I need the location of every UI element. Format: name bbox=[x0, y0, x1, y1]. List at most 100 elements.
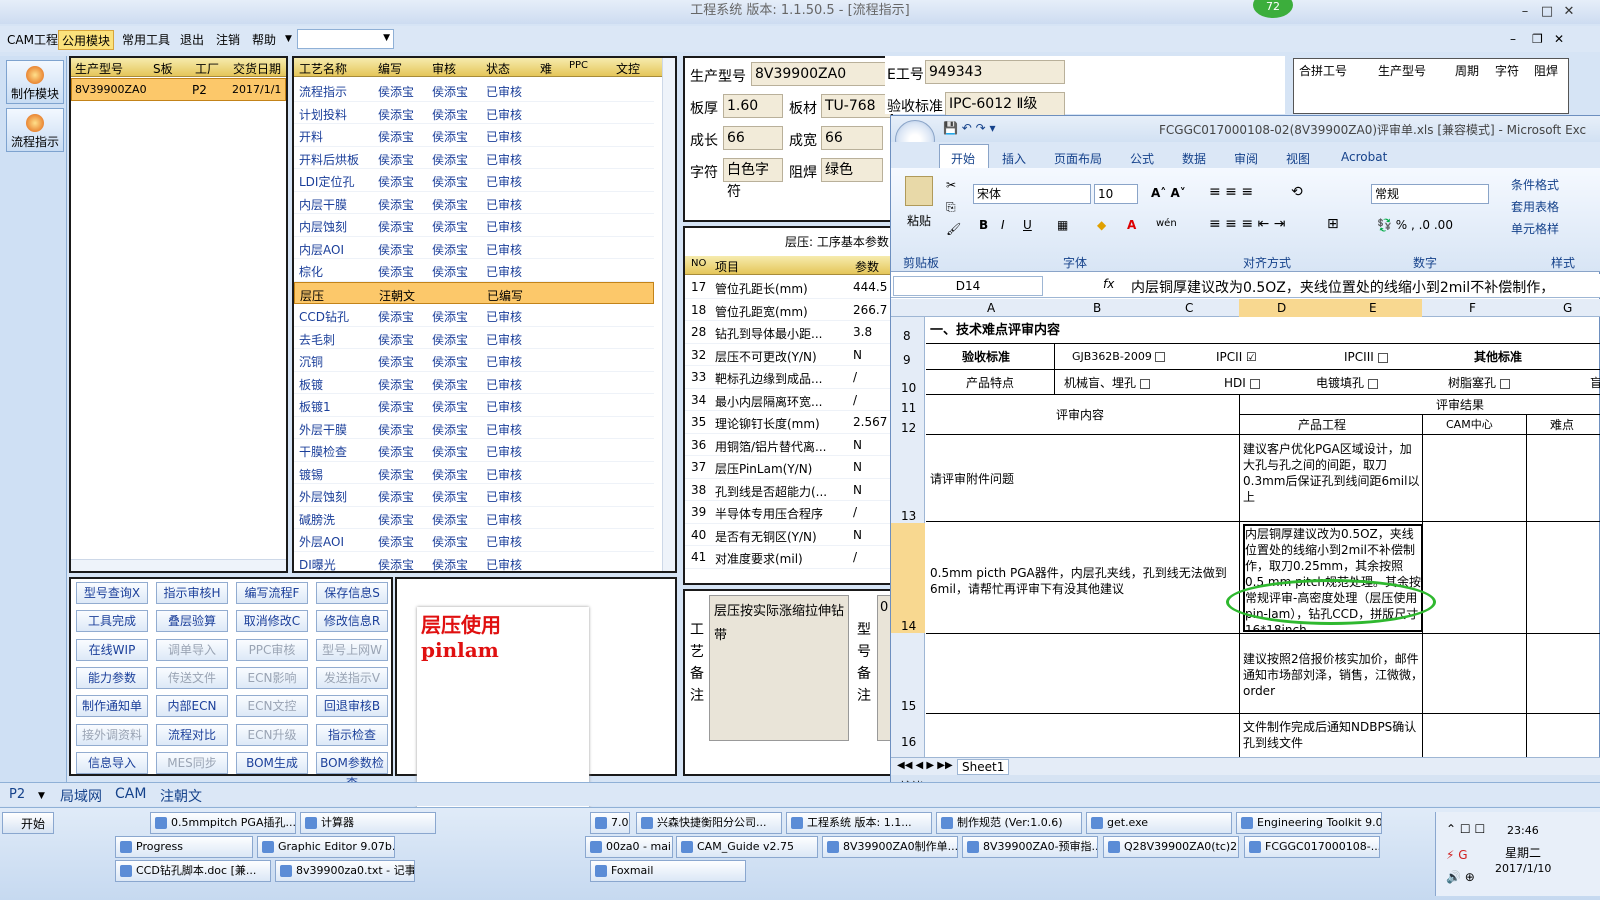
fill-color-icon[interactable]: ◆ bbox=[1097, 218, 1106, 232]
bold-icon[interactable]: B bbox=[979, 218, 988, 232]
taskbar-item[interactable]: CAM_Guide v2.75 bbox=[676, 836, 818, 858]
menu-tools[interactable]: 常用工具 bbox=[119, 30, 173, 50]
tab-layout[interactable]: 页面布局 bbox=[1054, 150, 1102, 167]
clock-weekday[interactable]: 星期二 bbox=[1505, 844, 1541, 861]
table-row[interactable]: 35 理论铆钉长度(mm) 2.567 bbox=[685, 411, 891, 434]
row-14[interactable]: 14 bbox=[901, 619, 916, 633]
action-button[interactable]: 型号查询X bbox=[76, 582, 148, 604]
font-name-select[interactable]: 宋体 bbox=[973, 184, 1091, 204]
cell-r8[interactable]: 一、技术难点评审内容 bbox=[930, 323, 1060, 339]
cell-r12-f[interactable]: 难点 bbox=[1550, 417, 1574, 433]
tray-icons[interactable]: ⌃ ☐ ☐ bbox=[1446, 822, 1485, 836]
cell-r16-d[interactable]: 文件制作完成后通知NDBPS确认孔到线文件 bbox=[1243, 719, 1423, 751]
cell-r13-d[interactable]: 建议客户优化PGA区域设计，加大孔与孔之间的间距，取刀0.3mm后保证孔到线间距… bbox=[1243, 441, 1423, 505]
col-c-header[interactable]: C bbox=[1185, 301, 1193, 315]
table-row[interactable]: 34 最小内层隔离环宽... / bbox=[685, 389, 891, 411]
table-row[interactable]: 外层AOI 侯添宝 侯添宝 已审核 bbox=[294, 529, 654, 552]
col-a-header[interactable]: A bbox=[987, 301, 995, 315]
maximize-icon[interactable]: □ bbox=[1537, 3, 1557, 21]
material-field[interactable]: TU-768 bbox=[821, 94, 891, 118]
row-15[interactable]: 15 bbox=[901, 699, 916, 713]
menu-help[interactable]: 帮助 bbox=[249, 30, 279, 50]
action-button[interactable]: ECN升级 bbox=[236, 723, 308, 746]
menu-combo[interactable]: ▼ bbox=[297, 29, 394, 49]
align-left-icon[interactable]: ≡ ≡ ≡ ⇤ ⇥ bbox=[1209, 216, 1285, 232]
font-color-icon[interactable]: A bbox=[1127, 218, 1136, 232]
paste-icon[interactable] bbox=[905, 176, 933, 206]
col-header[interactable]: S板 bbox=[153, 60, 173, 77]
table-row[interactable]: 板镀1 侯添宝 侯添宝 已审核 bbox=[294, 394, 654, 417]
col-e-header[interactable]: E bbox=[1369, 301, 1377, 315]
tray-app-icon[interactable]: ⚡ G bbox=[1446, 848, 1468, 862]
cell-r11-d[interactable]: 评审结果 bbox=[1436, 397, 1484, 413]
scrollbar[interactable] bbox=[71, 559, 286, 571]
taskbar-item[interactable]: 7.0 p... bbox=[590, 812, 630, 834]
col-header[interactable]: 工艺名称 bbox=[299, 60, 347, 77]
scrollbar[interactable] bbox=[662, 58, 675, 571]
col-header[interactable]: 编写 bbox=[378, 60, 402, 77]
table-row[interactable]: 开料 侯添宝 侯添宝 已审核 bbox=[294, 124, 654, 147]
table-row[interactable]: 流程指示 侯添宝 侯添宝 已审核 bbox=[294, 79, 654, 102]
taskbar-item[interactable]: Foxmail bbox=[590, 860, 746, 882]
table-row[interactable]: 38 孔到线是否超能力(... N bbox=[685, 479, 891, 501]
wrap-text-icon[interactable]: ⟲ bbox=[1291, 184, 1303, 200]
align-top-icon[interactable]: ≡ ≡ ≡ bbox=[1209, 184, 1253, 200]
table-row[interactable]: 沉铜 侯添宝 侯添宝 已审核 bbox=[294, 349, 654, 372]
table-row[interactable]: 41 对准度要求(mil) / bbox=[685, 546, 891, 569]
merge-center-icon[interactable]: ⊞ bbox=[1327, 216, 1339, 232]
standard-field[interactable]: IPC-6012 Ⅱ级 bbox=[945, 92, 1065, 116]
taskbar-item[interactable]: 8V39900ZA0制作单... bbox=[822, 836, 958, 858]
remark-field[interactable]: 层压按实际涨缩拉伸钻带 bbox=[709, 595, 849, 741]
table-row[interactable]: 板镀 侯添宝 侯添宝 已审核 bbox=[294, 372, 654, 394]
col-header[interactable]: 生产型号 bbox=[75, 60, 123, 77]
table-row[interactable]: 33 靶标孔边缘到成品... / bbox=[685, 366, 891, 389]
font-size-select[interactable]: 10 bbox=[1094, 184, 1138, 204]
taskbar-item[interactable]: CCD钻孔脚本.doc [兼... bbox=[115, 860, 271, 882]
col-header[interactable]: 周期 bbox=[1455, 62, 1479, 79]
col-g-header[interactable]: G bbox=[1563, 301, 1572, 315]
sheet-tab[interactable]: Sheet1 bbox=[957, 759, 1010, 775]
table-row[interactable]: 计划投料 侯添宝 侯添宝 已审核 bbox=[294, 102, 654, 124]
table-row[interactable]: 37 层压PinLam(Y/N) N bbox=[685, 456, 891, 479]
table-row[interactable]: DI曝光 侯添宝 侯添宝 已审核 bbox=[294, 552, 654, 572]
taskbar-item[interactable]: 计算器 bbox=[300, 812, 436, 834]
action-button[interactable]: 流程对比 bbox=[156, 723, 228, 746]
tab-acrobat[interactable]: Acrobat bbox=[1341, 150, 1387, 164]
action-button[interactable]: 取消修改C bbox=[236, 610, 308, 633]
sidebar-item-make[interactable]: 制作模块 bbox=[6, 60, 64, 104]
col-header[interactable]: 字符 bbox=[1495, 62, 1519, 79]
cell-r10-e[interactable]: 树脂塞孔 bbox=[1448, 375, 1510, 391]
number-format-select[interactable]: 常规 bbox=[1371, 184, 1489, 204]
cell-r11-a[interactable]: 评审内容 bbox=[1056, 407, 1104, 423]
mdi-close-icon[interactable]: ✕ bbox=[1554, 32, 1564, 46]
tab-review[interactable]: 审阅 bbox=[1234, 150, 1258, 167]
taskbar-item[interactable]: 工程系统 版本: 1.1... bbox=[786, 812, 932, 834]
tab-insert[interactable]: 插入 bbox=[1002, 150, 1026, 167]
cell-r9-b[interactable]: GJB362B-2009 bbox=[1072, 349, 1166, 365]
underline-icon[interactable]: U bbox=[1023, 218, 1032, 232]
chevron-down-icon[interactable]: ▼ bbox=[285, 34, 292, 44]
action-button[interactable]: 信息导入 bbox=[76, 751, 148, 774]
taskbar-item[interactable]: get.exe bbox=[1086, 812, 1232, 834]
menu-cam[interactable]: CAM工程 bbox=[4, 30, 61, 50]
clock-date[interactable]: 2017/1/10 bbox=[1495, 862, 1551, 875]
menu-logout[interactable]: 注销 bbox=[213, 30, 243, 50]
taskbar-item[interactable]: Q28V39900ZA0(tc)2... bbox=[1103, 836, 1239, 858]
action-button[interactable]: 保存信息S bbox=[316, 582, 388, 604]
col-f-header[interactable]: F bbox=[1469, 301, 1476, 315]
action-button[interactable]: ECN文控 bbox=[236, 695, 308, 718]
cut-icon[interactable]: ✂ bbox=[946, 178, 956, 192]
table-row[interactable]: 32 层压不可更改(Y/N) N bbox=[685, 344, 891, 366]
cell-r14-a[interactable]: 0.5mm picth PGA器件，内层孔夹线，孔到线无法做到6mil，请帮忙再… bbox=[930, 565, 1238, 597]
italic-icon[interactable]: I bbox=[1001, 218, 1005, 232]
action-button[interactable]: MES同步 bbox=[156, 751, 228, 774]
action-button[interactable]: 内部ECN bbox=[156, 695, 228, 718]
e-no-field[interactable]: 949343 bbox=[925, 60, 1065, 84]
cell-r13-a[interactable]: 请评审附件问题 bbox=[930, 471, 1014, 487]
col-b-header[interactable]: B bbox=[1093, 301, 1101, 315]
taskbar-item[interactable]: 兴森快捷衡阳分公司... bbox=[636, 812, 782, 834]
cell-r12-e[interactable]: CAM中心 bbox=[1446, 417, 1493, 433]
minimize-icon[interactable]: – bbox=[1515, 3, 1535, 21]
tab-view[interactable]: 视图 bbox=[1286, 150, 1310, 167]
row-10[interactable]: 10 bbox=[901, 381, 916, 395]
